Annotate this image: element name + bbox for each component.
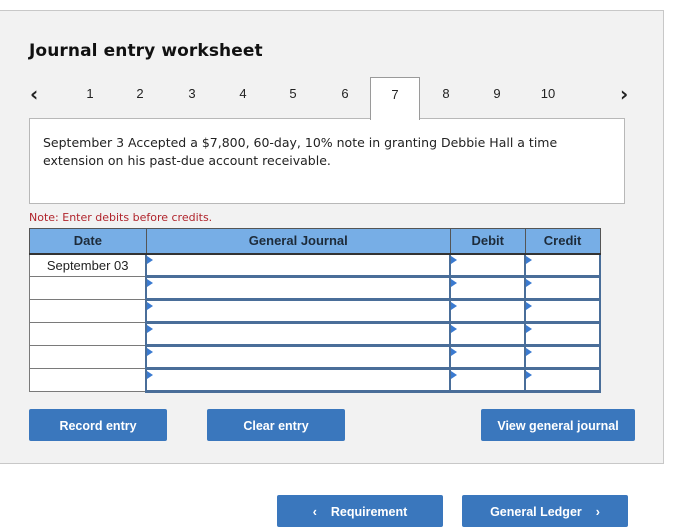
journal-row [29,298,601,324]
date-cell[interactable] [29,322,147,346]
transaction-description-box: September 3 Accepted a $7,800, 60-day, 1… [29,118,625,204]
journal-row: September 03 [29,252,601,278]
journal-table: Date General Journal Debit Credit Septem… [29,228,601,393]
date-cell[interactable] [29,276,147,300]
debit-input[interactable] [451,370,525,391]
account-input[interactable] [147,301,450,322]
dropdown-flag-icon [451,302,458,310]
credit-input-cell [524,344,601,370]
dropdown-flag-icon [147,255,154,264]
debit-input-cell [449,275,527,301]
header-debit: Debit [449,228,526,255]
account-input-cell [145,321,452,347]
journal-row [29,321,601,347]
dropdown-flag-icon [526,279,533,287]
chevron-left-icon: ‹ [312,505,317,519]
dropdown-flag-icon [147,279,154,287]
dropdown-flag-icon [451,371,458,379]
view-general-journal-button[interactable]: View general journal [481,409,635,441]
date-cell[interactable]: September 03 [29,253,147,277]
credit-input[interactable] [526,301,599,322]
credit-input-cell [524,252,601,278]
dropdown-flag-icon [451,325,458,333]
credit-input-cell [524,321,601,347]
record-entry-button[interactable]: Record entry [29,409,167,441]
debit-input-cell [449,367,527,393]
entry-pager: ‹ 1 2 3 4 5 6 7 8 9 10 › [0,77,664,120]
worksheet-title: Journal entry worksheet [29,41,263,61]
dropdown-flag-icon [451,348,458,356]
credit-input[interactable] [526,324,599,345]
chevron-right-icon[interactable]: › [620,82,628,106]
account-input-cell [145,344,452,370]
account-input[interactable] [147,254,450,276]
debit-input[interactable] [451,301,525,322]
account-input[interactable] [147,370,450,391]
header-credit: Credit [524,228,601,255]
dropdown-flag-icon [147,325,154,333]
debit-input-cell [449,252,527,278]
requirement-label: Requirement [330,505,408,519]
credit-input[interactable] [526,278,599,299]
general-ledger-label: General Ledger [490,505,582,519]
dropdown-flag-icon [526,325,533,333]
account-input[interactable] [147,324,450,345]
credit-input-cell [524,298,601,324]
pager-tab-1[interactable]: 1 [65,77,115,119]
account-input[interactable] [147,347,450,368]
pager-tab-3[interactable]: 3 [167,77,217,119]
dropdown-flag-icon [147,348,154,356]
credit-input[interactable] [526,254,599,276]
dropdown-flag-icon [451,255,458,264]
debit-input[interactable] [451,278,525,299]
chevron-left-icon[interactable]: ‹ [30,82,38,106]
pager-tab-5[interactable]: 5 [268,77,318,119]
pager-tab-10[interactable]: 10 [523,77,573,119]
account-input[interactable] [147,278,450,299]
dropdown-flag-icon [147,302,154,310]
header-general-journal: General Journal [145,228,451,255]
pager-tab-6[interactable]: 6 [320,77,370,119]
chevron-right-icon: › [595,505,600,519]
credit-input[interactable] [526,347,599,368]
account-input-cell [145,275,452,301]
transaction-description: September 3 Accepted a $7,800, 60-day, 1… [43,135,558,168]
pager-tab-4[interactable]: 4 [218,77,268,119]
journal-row [29,275,601,301]
account-input-cell [145,252,452,278]
dropdown-flag-icon [526,302,533,310]
dropdown-flag-icon [147,371,154,379]
credit-input[interactable] [526,370,599,391]
debit-input-cell [449,344,527,370]
requirement-button[interactable]: ‹ Requirement [277,495,443,527]
account-input-cell [145,367,452,393]
journal-table-header: Date General Journal Debit Credit [29,228,601,255]
dropdown-flag-icon [526,255,533,264]
debit-input[interactable] [451,324,525,345]
debit-input[interactable] [451,254,525,276]
pager-tab-7[interactable]: 7 [370,77,420,120]
debit-input[interactable] [451,347,525,368]
header-date: Date [29,228,147,255]
account-input-cell [145,298,452,324]
date-cell[interactable] [29,345,147,369]
pager-tab-2[interactable]: 2 [115,77,165,119]
debit-input-cell [449,321,527,347]
pager-tab-8[interactable]: 8 [421,77,471,119]
dropdown-flag-icon [451,279,458,287]
pager-tab-9[interactable]: 9 [472,77,522,119]
debit-input-cell [449,298,527,324]
debit-credit-note: Note: Enter debits before credits. [29,211,213,224]
journal-row [29,344,601,370]
dropdown-flag-icon [526,348,533,356]
clear-entry-button[interactable]: Clear entry [207,409,345,441]
date-cell[interactable] [29,368,147,392]
dropdown-flag-icon [526,371,533,379]
general-ledger-button[interactable]: General Ledger › [462,495,628,527]
journal-row [29,367,601,393]
credit-input-cell [524,367,601,393]
credit-input-cell [524,275,601,301]
date-cell[interactable] [29,299,147,323]
